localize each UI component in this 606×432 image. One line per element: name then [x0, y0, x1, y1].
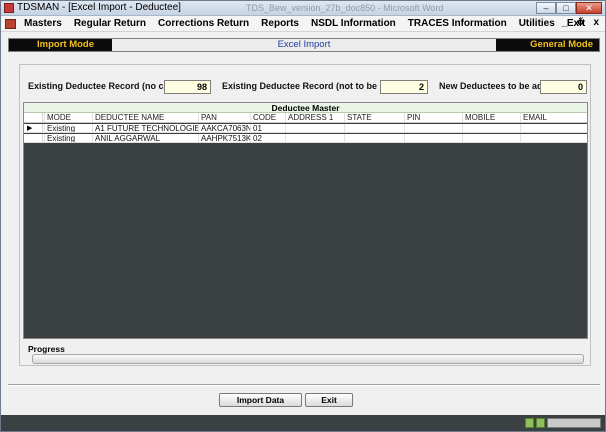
cell-pan[interactable]: AAKCA7063N	[198, 124, 250, 132]
cell-state[interactable]	[344, 134, 404, 142]
minimize-icon[interactable]: –	[536, 2, 556, 14]
cell-address1[interactable]	[285, 134, 344, 142]
grid-caption: Deductee Master	[24, 103, 587, 113]
status-bar	[1, 415, 605, 431]
title-bar[interactable]: TDSMAN - [Excel Import - Deductee] TDS_B…	[1, 1, 605, 16]
grid-header: MODE DEDUCTEE NAME PAN CODE ADDRESS 1 ST…	[24, 113, 587, 123]
import-panel: Existing Deductee Record (no change) 98 …	[19, 64, 591, 366]
cell-pin[interactable]	[404, 124, 462, 132]
status-indicator-icon	[525, 418, 534, 428]
cell-address1[interactable]	[285, 124, 344, 132]
import-progress-bar	[32, 354, 584, 364]
mdi-close-icon[interactable]: x	[593, 17, 599, 28]
row-indicator-header	[24, 113, 43, 122]
import-mode-label: Import Mode	[9, 39, 112, 51]
column-header-mobile[interactable]: MOBILE	[462, 113, 520, 122]
exit-button[interactable]: Exit	[305, 393, 353, 407]
close-icon[interactable]: ✕	[576, 2, 602, 14]
deductee-grid[interactable]: Deductee Master MODE DEDUCTEE NAME PAN C…	[23, 102, 588, 339]
background-window-title: TDS_Bew_version_27b_doc850 - Microsoft W…	[246, 3, 444, 13]
window-title: TDSMAN - [Excel Import - Deductee]	[17, 2, 181, 13]
cell-email[interactable]	[520, 134, 587, 142]
column-header-pin[interactable]: PIN	[404, 113, 462, 122]
menu-corrections-return[interactable]: Corrections Return	[158, 18, 255, 29]
mode-bar: Import Mode Excel Import General Mode	[8, 38, 600, 52]
maximize-icon[interactable]: □	[556, 2, 576, 14]
menu-items: Masters Regular Return Corrections Retur…	[24, 18, 597, 29]
app-window: TDSMAN - [Excel Import - Deductee] TDS_B…	[0, 0, 606, 432]
mdi-minimize-icon[interactable]: _	[562, 17, 568, 28]
cell-mode[interactable]: Existing	[44, 124, 92, 132]
cell-deductee-name[interactable]: A1 FUTURE TECHNOLOGIES	[92, 124, 198, 132]
record-summary: Existing Deductee Record (no change) 98 …	[28, 80, 588, 94]
window-controls: – □ ✕	[536, 2, 602, 15]
existing-not-updated-count: 2	[380, 80, 428, 94]
menu-utilities[interactable]: Utilities	[519, 18, 561, 29]
menu-regular-return[interactable]: Regular Return	[74, 18, 152, 29]
status-panel	[547, 418, 601, 428]
existing-no-change-count: 98	[164, 80, 211, 94]
menu-reports[interactable]: Reports	[261, 18, 305, 29]
document-icon[interactable]	[5, 19, 16, 29]
cell-state[interactable]	[344, 124, 404, 132]
app-icon	[4, 3, 14, 13]
table-row[interactable]: ▶ Existing A1 FUTURE TECHNOLOGIES AAKCA7…	[24, 124, 587, 133]
menu-nsdl-information[interactable]: NSDL Information	[311, 18, 402, 29]
mdi-restore-icon[interactable]: ő	[577, 17, 583, 28]
current-row-icon: ▶	[24, 124, 43, 132]
cell-pin[interactable]	[404, 134, 462, 142]
cell-mode[interactable]: Existing	[44, 134, 92, 142]
cell-deductee-name[interactable]: ANIL AGGARWAL	[92, 134, 198, 142]
menu-masters[interactable]: Masters	[24, 18, 68, 29]
column-header-state[interactable]: STATE	[344, 113, 404, 122]
status-indicator-icon	[536, 418, 545, 428]
progress-label: Progress	[28, 344, 65, 354]
column-header-deductee-name[interactable]: DEDUCTEE NAME	[92, 113, 198, 122]
cell-email[interactable]	[520, 124, 587, 132]
cell-mobile[interactable]	[462, 134, 520, 142]
cell-pan[interactable]: AAHPK7513K	[198, 134, 250, 142]
screen-title: Excel Import	[112, 39, 496, 51]
column-header-code[interactable]: CODE	[250, 113, 285, 122]
column-header-email[interactable]: EMAIL	[520, 113, 587, 122]
mdi-controls: _ ő x	[562, 17, 599, 28]
cell-code[interactable]: 02	[250, 134, 285, 142]
column-header-pan[interactable]: PAN	[198, 113, 250, 122]
column-header-address1[interactable]: ADDRESS 1	[285, 113, 344, 122]
cell-code[interactable]: 01	[250, 124, 285, 132]
import-data-button[interactable]: Import Data	[219, 393, 302, 407]
row-indicator	[24, 134, 43, 142]
status-indicators	[525, 418, 545, 428]
general-mode-label: General Mode	[496, 39, 599, 51]
column-header-mode[interactable]: MODE	[44, 113, 92, 122]
table-row[interactable]: Existing ANIL AGGARWAL AAHPK7513K 02	[24, 134, 587, 143]
new-deductees-count: 0	[540, 80, 587, 94]
menu-traces-information[interactable]: TRACES Information	[408, 18, 513, 29]
menu-bar: Masters Regular Return Corrections Retur…	[1, 16, 605, 32]
divider	[8, 384, 600, 386]
cell-mobile[interactable]	[462, 124, 520, 132]
